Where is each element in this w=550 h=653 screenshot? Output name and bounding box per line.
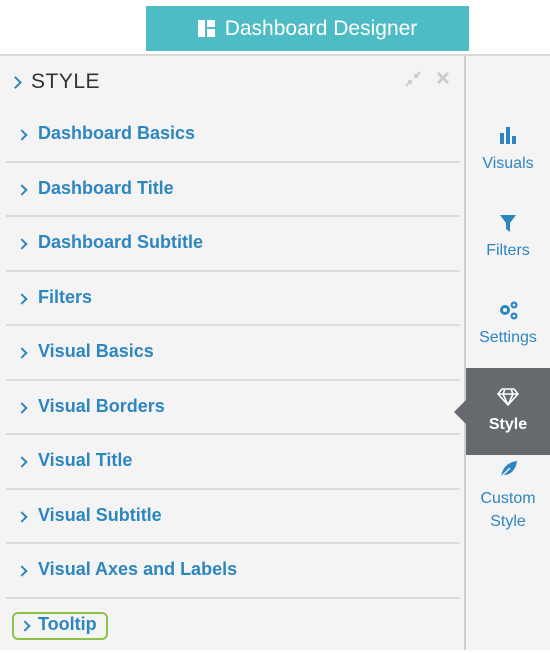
active-pointer bbox=[454, 400, 466, 424]
chevron-right-icon[interactable] bbox=[9, 76, 22, 89]
chevron-right-icon bbox=[16, 184, 27, 195]
sidebar-item-label: Visuals bbox=[466, 153, 550, 175]
right-sidebar: Visuals Filters Settings bbox=[466, 56, 550, 650]
section-tooltip[interactable]: Tooltip bbox=[6, 599, 460, 653]
sidebar-item-label-line2: Style bbox=[466, 511, 550, 533]
section-visual-basics[interactable]: Visual Basics bbox=[6, 326, 460, 381]
dashboard-designer-button[interactable]: Dashboard Designer bbox=[146, 6, 469, 51]
chevron-right-icon bbox=[16, 511, 27, 522]
layout-icon bbox=[198, 20, 215, 37]
leaf-icon bbox=[499, 460, 518, 483]
diamond-icon bbox=[497, 388, 519, 411]
section-label: Visual Axes and Labels bbox=[38, 559, 237, 580]
section-label: Dashboard Subtitle bbox=[38, 232, 203, 253]
sidebar-item-label: Settings bbox=[466, 327, 550, 349]
section-label: Filters bbox=[38, 287, 92, 308]
panel-header[interactable]: STYLE bbox=[0, 56, 464, 108]
section-visual-axes-and-labels[interactable]: Visual Axes and Labels bbox=[6, 544, 460, 599]
section-label: Visual Borders bbox=[38, 396, 165, 417]
section-list: Dashboard Basics Dashboard Title Dashboa… bbox=[6, 108, 460, 653]
style-panel: STYLE Dashboard Basics Dashboard Title D… bbox=[0, 56, 466, 650]
section-label: Dashboard Title bbox=[38, 178, 174, 199]
chevron-right-icon bbox=[16, 347, 27, 358]
section-label: Visual Title bbox=[38, 450, 132, 471]
sidebar-item-settings[interactable]: Settings bbox=[466, 274, 550, 361]
chevron-right-icon bbox=[16, 293, 27, 304]
gears-icon bbox=[498, 301, 520, 326]
top-bar: Dashboard Designer bbox=[0, 0, 550, 56]
section-filters[interactable]: Filters bbox=[6, 272, 460, 327]
sidebar-item-custom-style[interactable]: Custom Style bbox=[466, 455, 550, 545]
chevron-right-icon bbox=[16, 456, 27, 467]
bar-chart-icon bbox=[499, 126, 517, 149]
section-label: Tooltip bbox=[38, 614, 97, 635]
section-dashboard-subtitle[interactable]: Dashboard Subtitle bbox=[6, 217, 460, 272]
funnel-icon bbox=[500, 215, 516, 237]
dashboard-designer-label: Dashboard Designer bbox=[225, 17, 418, 41]
section-label: Dashboard Basics bbox=[38, 123, 195, 144]
section-visual-title[interactable]: Visual Title bbox=[6, 435, 460, 490]
section-dashboard-title[interactable]: Dashboard Title bbox=[6, 163, 460, 218]
section-dashboard-basics[interactable]: Dashboard Basics bbox=[6, 108, 460, 163]
panel-title: STYLE bbox=[31, 70, 100, 94]
chevron-right-icon bbox=[16, 129, 27, 140]
chevron-right-icon bbox=[16, 238, 27, 249]
close-icon[interactable] bbox=[433, 70, 453, 90]
collapse-icon[interactable] bbox=[403, 70, 423, 90]
sidebar-item-label: Style bbox=[466, 414, 550, 436]
section-visual-borders[interactable]: Visual Borders bbox=[6, 381, 460, 436]
sidebar-item-style[interactable]: Style bbox=[466, 368, 550, 455]
sidebar-item-label: Filters bbox=[466, 240, 550, 262]
chevron-right-icon bbox=[16, 402, 27, 413]
sidebar-item-filters[interactable]: Filters bbox=[466, 187, 550, 274]
sidebar-item-label-line1: Custom bbox=[466, 488, 550, 510]
section-label: Visual Subtitle bbox=[38, 505, 162, 526]
sidebar-item-visuals[interactable]: Visuals bbox=[466, 100, 550, 187]
section-label: Visual Basics bbox=[38, 341, 154, 362]
section-visual-subtitle[interactable]: Visual Subtitle bbox=[6, 490, 460, 545]
chevron-right-icon bbox=[16, 565, 27, 576]
